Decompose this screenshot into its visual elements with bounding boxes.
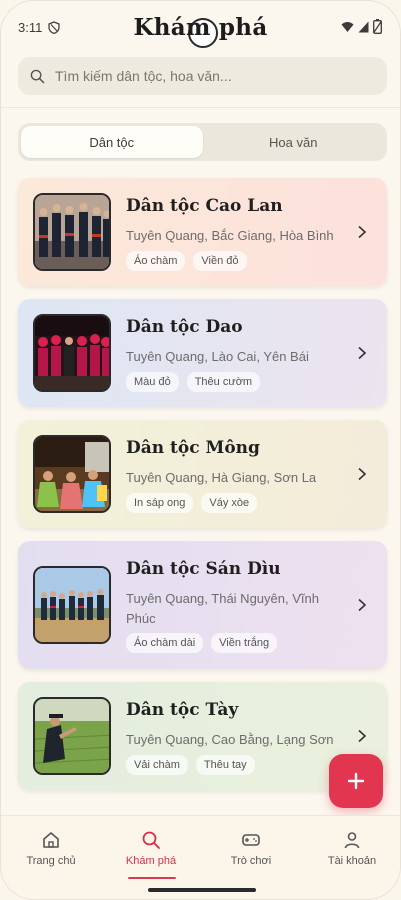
ethnic-regions: Tuyên Quang, Cao Bằng, Lạng Sơn	[126, 732, 334, 747]
active-tab-indicator	[128, 877, 176, 879]
tag-list: Vải chàm Thêu tay	[126, 755, 255, 775]
add-button[interactable]	[329, 754, 383, 808]
ethnic-photo	[33, 566, 111, 644]
ethnic-name: Dân tộc Tày	[126, 700, 239, 720]
home-indicator[interactable]	[148, 888, 256, 892]
nav-label: Tài khoản	[327, 855, 377, 867]
ethnic-photo	[33, 697, 111, 775]
ethnic-name: Dân tộc Cao Lan	[126, 196, 283, 216]
search-bar[interactable]	[18, 57, 387, 95]
nav-item-explore[interactable]: Khám phá	[101, 830, 201, 867]
ethnic-regions: Tuyên Quang, Hà Giang, Sơn La	[126, 470, 317, 485]
ethnic-photo	[33, 314, 111, 392]
user-icon	[344, 832, 360, 849]
chevron-right-icon	[358, 467, 367, 481]
ethnic-card-cao-lan[interactable]: Dân tộc Cao Lan Tuyên Quang, Bắc Giang, …	[18, 178, 387, 286]
tag: Váy xòe	[201, 493, 258, 513]
tag-list: In sáp ong Váy xòe	[126, 493, 258, 513]
ethnic-photo	[33, 435, 111, 513]
ethnic-card-dao[interactable]: Dân tộc Dao Tuyên Quang, Lào Cai, Yên Bá…	[18, 299, 387, 407]
tag: Viền trắng	[211, 633, 278, 653]
tag: Áo chàm dài	[126, 633, 204, 653]
search-icon	[142, 831, 160, 849]
nav-item-games[interactable]: Trò chơi	[201, 830, 301, 867]
ethnic-photo	[33, 193, 111, 271]
tag: In sáp ong	[126, 493, 194, 513]
tag-list: Áo chàm dài Viền trắng	[126, 633, 278, 653]
tab-hoa-van[interactable]: Hoa văn	[203, 126, 385, 158]
nav-item-home[interactable]: Trang chủ	[1, 830, 101, 867]
chevron-right-icon	[358, 225, 367, 239]
gamepad-icon	[242, 834, 260, 846]
ethnic-card-san-diu[interactable]: Dân tộc Sán Dìu Tuyên Quang, Thái Nguyên…	[18, 541, 387, 669]
plus-icon	[347, 772, 365, 790]
ethnic-card-mong[interactable]: Dân tộc Mông Tuyên Quang, Hà Giang, Sơn …	[18, 420, 387, 528]
ethnic-name: Dân tộc Sán Dìu	[126, 559, 281, 579]
search-input[interactable]	[55, 68, 355, 84]
tag: Thêu cườm	[186, 372, 261, 392]
ethnic-regions: Tuyên Quang, Bắc Giang, Hòa Bình	[126, 228, 334, 243]
search-icon	[30, 69, 45, 83]
nav-item-account[interactable]: Tài khoản	[302, 830, 400, 867]
tag-list: Màu đỏ Thêu cườm	[126, 372, 261, 392]
chevron-right-icon	[358, 598, 367, 612]
tag-list: Áo chàm Viền đỏ	[126, 251, 247, 271]
nav-label: Trang chủ	[26, 855, 76, 867]
tab-bar: Dân tộc Hoa văn	[18, 123, 387, 161]
nav-label: Trò chơi	[230, 855, 272, 867]
phone-screen: 3:11 Khám phá Dân tộc Hoa văn	[0, 0, 401, 900]
ethnic-regions: Tuyên Quang, Lào Cai, Yên Bái	[126, 349, 309, 364]
tag: Vải chàm	[126, 755, 188, 775]
chevron-right-icon	[358, 729, 367, 743]
tag: Viền đỏ	[193, 251, 247, 271]
ethnic-name: Dân tộc Dao	[126, 317, 243, 337]
tag: Màu đỏ	[126, 372, 179, 392]
tag: Áo chàm	[126, 251, 186, 271]
ethnic-name: Dân tộc Mông	[126, 438, 260, 458]
tab-dan-toc[interactable]: Dân tộc	[21, 126, 203, 158]
header-divider	[1, 107, 400, 108]
tag: Thêu tay	[195, 755, 255, 775]
page-title: Khám phá	[133, 14, 268, 41]
nav-label: Khám phá	[125, 855, 177, 867]
home-icon	[43, 832, 59, 848]
ethnic-regions: Tuyên Quang, Thái Nguyên, Vĩnh Phúc	[126, 591, 319, 626]
chevron-right-icon	[358, 346, 367, 360]
